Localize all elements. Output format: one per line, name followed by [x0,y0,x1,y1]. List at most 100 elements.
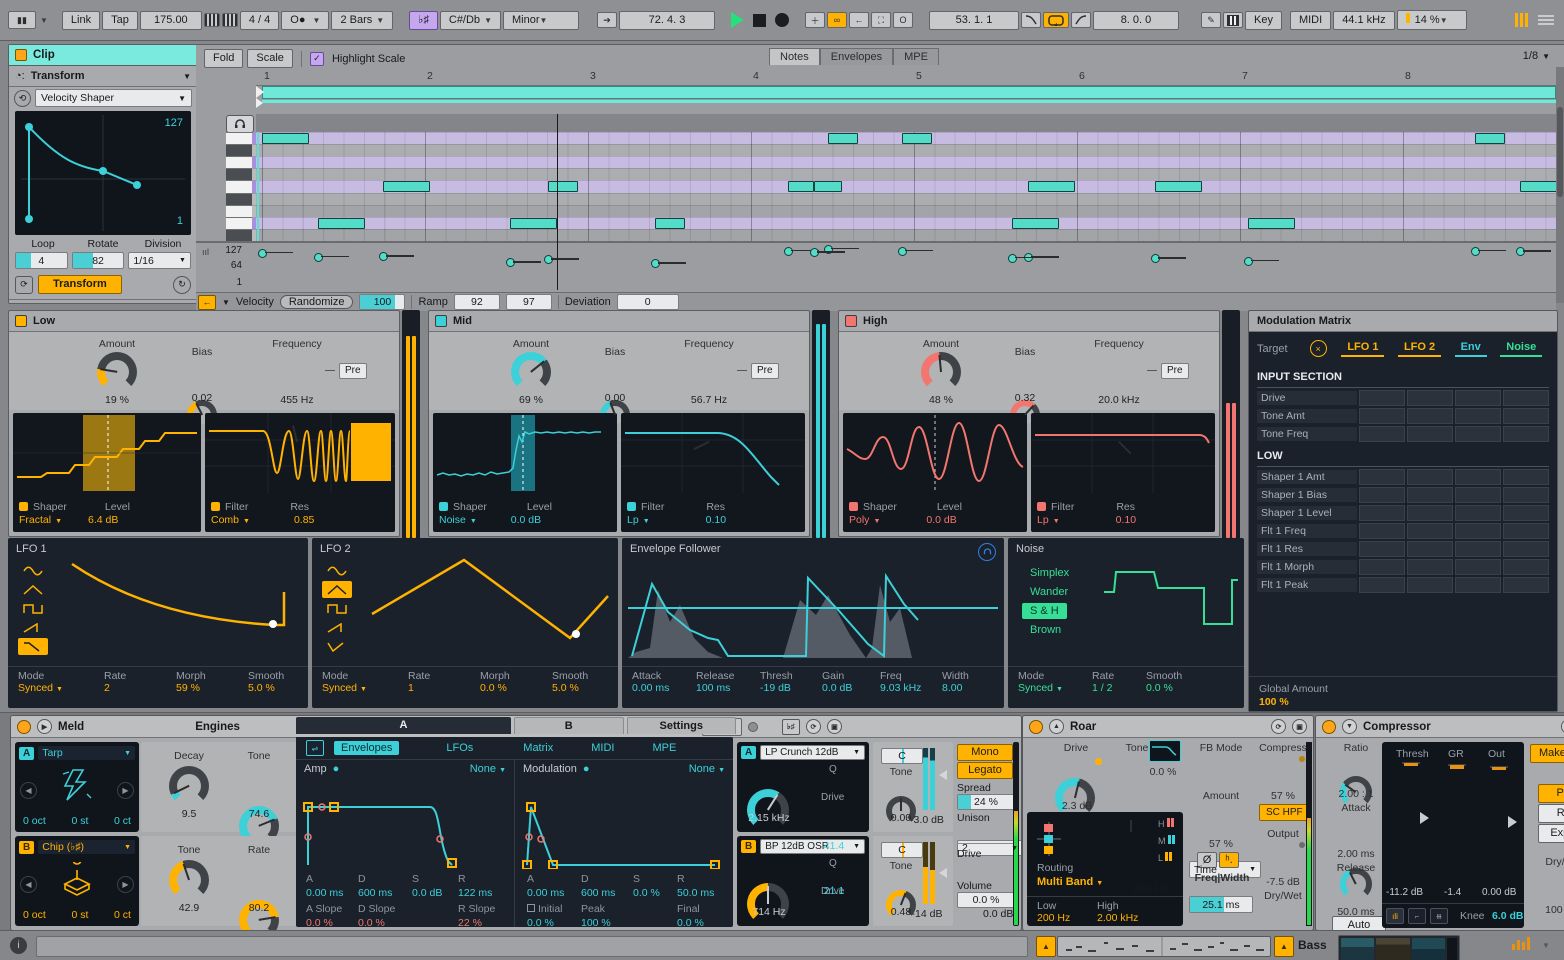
device-chain-overview[interactable] [1338,935,1460,960]
division-menu[interactable]: 1/16▼ [128,252,191,269]
filter-a-freq-knob[interactable] [747,789,789,831]
tab-b[interactable]: B [514,717,624,734]
matrix-cell[interactable] [1359,408,1405,424]
time-signature-field[interactable]: 4 / 4 [240,11,279,30]
envf-release-value[interactable]: 100 ms [696,682,760,694]
mod-env-preset[interactable]: None ▼ [689,763,725,775]
matrix-cell[interactable] [1503,487,1549,503]
lfo2-rate-value[interactable]: 1 [408,682,480,694]
lfo1-mode-value[interactable]: Synced ▼ [18,682,104,694]
engine-b-oct[interactable]: 0 oct [23,909,46,921]
mid-level-value[interactable]: 0.0 dB [511,514,541,526]
matrix-source-env[interactable]: Env [1455,341,1487,357]
device-overview-toggle[interactable]: ▲ [1274,936,1294,957]
roar-hot-swap-icon[interactable]: ⟳ [1271,719,1286,734]
vertical-scrollbar[interactable] [1556,67,1564,303]
matrix-cell[interactable] [1359,577,1405,593]
mid-band-enable[interactable] [435,315,447,327]
matrix-cell[interactable] [1407,523,1453,539]
midi-map-button[interactable]: MIDI [1290,11,1331,30]
piano-key[interactable] [226,193,252,205]
matrix-cell[interactable] [1407,505,1453,521]
meter-dropdown-icon[interactable]: ▼ [1542,941,1550,950]
piano-key[interactable] [226,205,252,217]
matrix-cell[interactable] [1359,426,1405,442]
transfer-curve-icon[interactable]: ⌐ [1408,908,1426,924]
amp-aslope-value[interactable]: 0.0 % [306,917,358,929]
matrix-cell[interactable] [1407,559,1453,575]
ramp-start-field[interactable]: 92 [454,294,500,310]
insert-preview-dropdown-icon[interactable]: ▼ [40,16,48,25]
matrix-cell[interactable] [1455,577,1501,593]
square-wave-icon[interactable] [322,600,352,617]
matrix-cell[interactable] [1359,559,1405,575]
clip-overview[interactable] [1057,936,1271,957]
filter-b-freq-knob[interactable] [747,883,789,925]
low-level-value[interactable]: 6.4 dB [88,514,118,526]
tab-envelopes[interactable]: Envelopes [820,48,893,65]
stop-button[interactable] [753,14,766,27]
filter-b-type-menu[interactable]: BP 12dB OSR▼ [760,839,865,854]
loop-start-field[interactable]: 53. 1. 1 [929,11,1019,30]
sc-hpf-button[interactable]: SC HPF [1259,804,1310,821]
mix-a-pan[interactable]: C [881,748,923,764]
mix-b-pan[interactable]: C [881,842,923,858]
matrix-cell[interactable] [1407,577,1453,593]
matrix-cell[interactable] [1455,559,1501,575]
matrix-cell[interactable] [1455,426,1501,442]
high-shaper-enable[interactable] [849,502,858,511]
midi-note[interactable] [1012,218,1059,229]
matrix-cell[interactable] [1407,469,1453,485]
global-amount-value[interactable]: 100 % [1259,696,1289,708]
lfo2-smooth-value[interactable]: 5.0 % [552,682,624,694]
midi-note[interactable] [510,218,557,229]
loop-switch-icon[interactable] [1043,12,1069,28]
envf-display[interactable] [628,560,998,660]
thresh-value[interactable]: -11.2 dB [1386,887,1423,898]
sine-wave-icon[interactable] [322,562,352,579]
draw-pencil-icon[interactable]: ✎ [1201,12,1221,28]
mono-button[interactable]: Mono [957,744,1013,761]
engine-a-menu[interactable]: Tarp▼ [38,746,135,760]
highlight-scale-checkbox[interactable]: ✓ [310,52,324,66]
high-filter-type[interactable]: Lp [1037,514,1049,526]
randomize-button[interactable]: Randomize [280,295,354,309]
matrix-cell[interactable] [1359,541,1405,557]
high-filter-enable[interactable] [1037,502,1046,511]
lfo1-wave-selector[interactable] [18,560,48,657]
lfo1-rate-value[interactable]: 2 [104,682,176,694]
matrix-cell[interactable] [1503,390,1549,406]
piano-key[interactable] [226,168,252,180]
ramp-down-icon[interactable] [18,638,48,655]
out-meter[interactable] [1490,766,1508,768]
mid-filter-enable[interactable] [627,502,636,511]
link-button[interactable]: Link [62,11,100,30]
thresh-meter[interactable] [1402,762,1420,764]
transform-rerun-icon[interactable]: ⟲ [14,90,31,107]
transform-apply-button[interactable]: Transform [38,275,122,294]
spread-field[interactable]: 24 % [957,794,1015,810]
makeup-button[interactable]: Makeup [1530,744,1564,763]
mix-b-level-handle[interactable] [939,868,947,878]
matrix-cell[interactable] [1455,469,1501,485]
follow-icon[interactable]: ➔ [597,12,617,28]
engine-a-knob1[interactable] [169,766,209,806]
peak-button[interactable]: Peak [1538,784,1564,803]
subtab-midi[interactable]: MIDI [584,741,621,755]
low-band-enable[interactable] [15,315,27,327]
envf-freq-value[interactable]: 9.03 kHz [880,682,942,694]
lane-add-button[interactable]: ← [198,295,216,310]
randomize-amount-field[interactable]: 100 [359,294,405,310]
amp-env-display[interactable] [300,797,510,869]
clip-header[interactable]: Clip [9,45,197,66]
envf-gain-value[interactable]: 0.0 dB [822,682,880,694]
matrix-source-lfo1[interactable]: LFO 1 [1341,341,1384,357]
roar-low-split-value[interactable]: 200 Hz [1037,912,1070,924]
ramp-end-field[interactable]: 97 [506,294,552,310]
piano-key[interactable] [226,229,252,241]
sidechain-view-icon[interactable]: ⧻ [1430,908,1448,924]
grid-setting-menu[interactable]: 1/8▼ [1523,50,1550,62]
midi-note[interactable] [902,133,932,144]
low-shaper-type[interactable]: Fractal [19,514,51,526]
routing-mode-menu[interactable]: Multi Band ▼ [1037,876,1103,888]
